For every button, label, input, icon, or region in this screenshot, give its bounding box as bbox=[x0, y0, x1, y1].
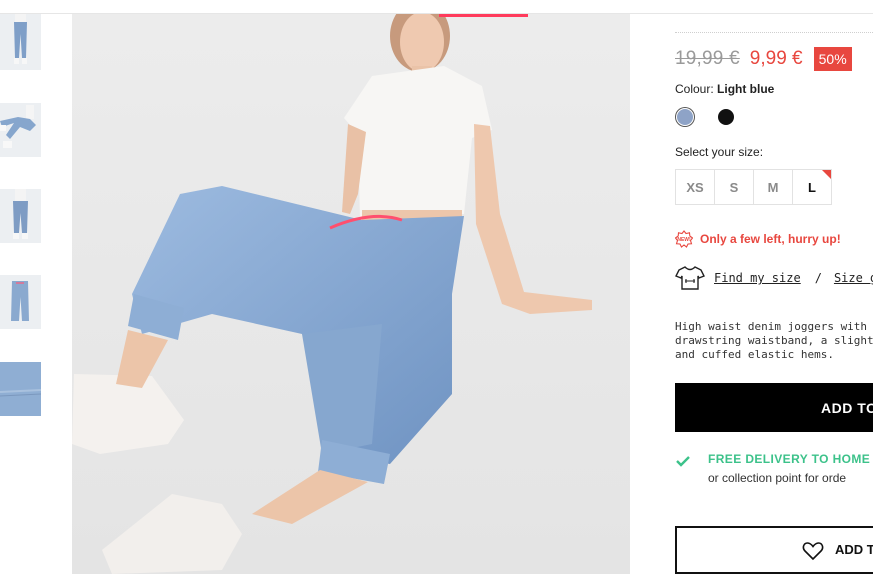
size-option-xs[interactable]: XS bbox=[675, 169, 715, 205]
new-badge-text: NEW! bbox=[677, 237, 691, 243]
size-selector: XS S M L bbox=[675, 169, 832, 205]
price-block: 19,99 € 9,99 € 50% bbox=[675, 47, 852, 71]
colour-swatch-black[interactable] bbox=[718, 109, 734, 125]
thumbnail-5[interactable] bbox=[0, 362, 41, 416]
low-stock-text: Only a few left, hurry up! bbox=[700, 232, 841, 246]
image-accent-bar bbox=[439, 14, 528, 17]
add-to-cart-button[interactable]: ADD TO bbox=[675, 383, 873, 432]
size-label: Select your size: bbox=[675, 145, 764, 159]
size-option-l[interactable]: L bbox=[792, 169, 832, 205]
size-option-m[interactable]: M bbox=[753, 169, 793, 205]
size-guide-link[interactable]: Size guide bbox=[834, 271, 873, 285]
size-option-s[interactable]: S bbox=[714, 169, 754, 205]
model-photo bbox=[72, 14, 630, 574]
thumbnail-1-image bbox=[0, 14, 41, 70]
colour-label-text: Colour: bbox=[675, 82, 714, 96]
old-price: 19,99 € bbox=[675, 48, 740, 69]
thumbnail-2[interactable] bbox=[0, 103, 41, 157]
find-my-size-link[interactable]: Find my size bbox=[714, 271, 801, 285]
sale-price: 9,99 € bbox=[749, 48, 803, 69]
new-badge-icon: NEW! bbox=[675, 230, 693, 248]
delivery-title: FREE DELIVERY TO HOME bbox=[708, 452, 871, 466]
discount-badge: 50% bbox=[813, 47, 852, 71]
panel-divider bbox=[675, 32, 873, 33]
thumbnail-2-image bbox=[0, 103, 41, 157]
low-stock-corner bbox=[822, 170, 831, 179]
heart-icon bbox=[802, 542, 824, 561]
size-help-row: Find my size / Size guide bbox=[675, 265, 873, 291]
colour-label: Colour: Light blue bbox=[675, 82, 774, 96]
delivery-subtitle: or collection point for orde bbox=[708, 471, 847, 485]
link-separator: / bbox=[814, 271, 822, 285]
product-main-image[interactable] bbox=[72, 14, 630, 574]
thumbnail-1[interactable] bbox=[0, 14, 41, 70]
thumbnail-5-image bbox=[0, 362, 41, 416]
thumbnail-4[interactable] bbox=[0, 275, 41, 329]
product-description: High waist denim joggers with two drawst… bbox=[675, 320, 873, 361]
size-option-l-label: L bbox=[808, 179, 816, 195]
check-icon bbox=[676, 456, 690, 467]
tshirt-icon bbox=[675, 266, 705, 290]
thumbnail-4-image bbox=[0, 275, 41, 329]
wishlist-label: ADD T bbox=[835, 542, 873, 557]
colour-swatch-light-blue[interactable] bbox=[677, 109, 693, 125]
thumbnail-3[interactable] bbox=[0, 189, 41, 243]
add-to-wishlist-button[interactable]: ADD T bbox=[675, 526, 873, 574]
thumbnail-3-image bbox=[0, 189, 41, 243]
add-to-cart-label: ADD TO bbox=[821, 400, 873, 416]
colour-value: Light blue bbox=[717, 82, 775, 96]
low-stock-notice: NEW! Only a few left, hurry up! bbox=[675, 230, 841, 248]
